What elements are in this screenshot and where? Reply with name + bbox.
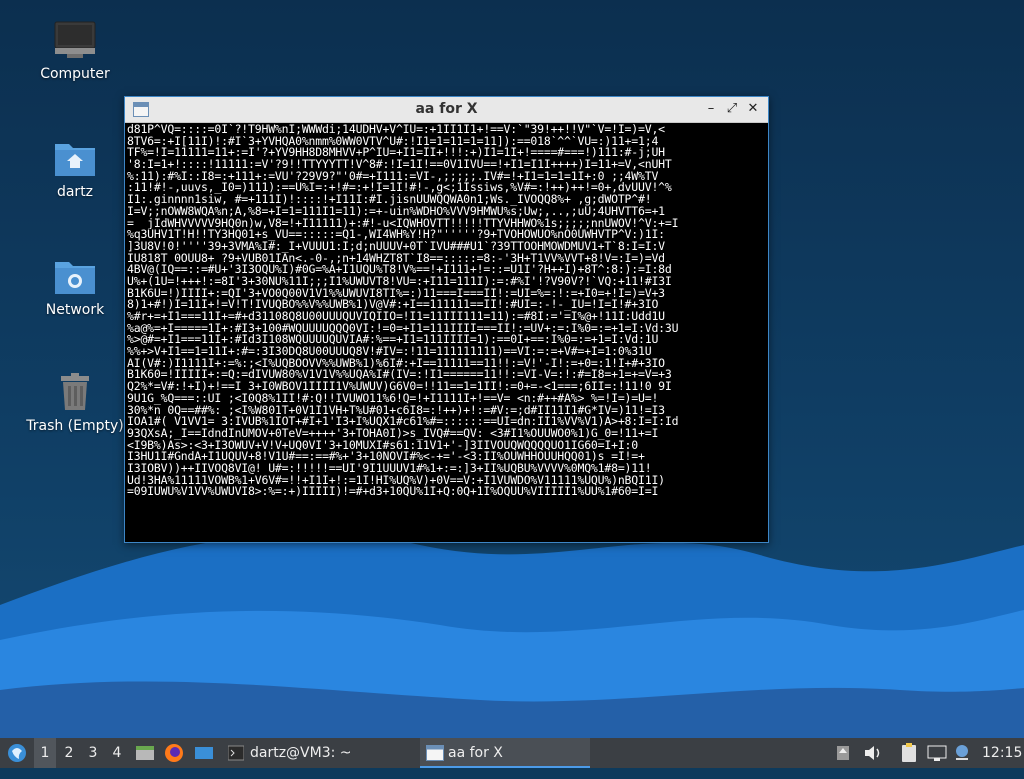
ascii-line: ]3U8V!0!''''39+3VMA%I#:_I+VUUU1:I;d;nUUU…	[127, 240, 665, 253]
ascii-line: %#r+=+I1===11I+=#+d31108Q8U00UUUQUVIQIIO…	[127, 311, 665, 323]
ascii-line: %%+>V+I1==1=11I+:#=:3I30DQ8U00UUUQ8V!#IV…	[127, 346, 652, 358]
minimize-icon[interactable]: –	[702, 100, 720, 118]
ascii-line: IOA1#( V1VV1= 3:IVUB%1IOT+#I+1'I3+I%UQX1…	[127, 416, 679, 428]
firefox-icon	[165, 744, 183, 762]
notification-control[interactable]	[952, 738, 972, 768]
ascii-line: 8)1+#!)I=11I+!=V!T!IVUQBO%%V%%UWB%1)V@V#…	[127, 299, 659, 311]
trash-icon	[61, 373, 89, 410]
ascii-line: %a@%=+I=====1I+:#I3+100#WQUUUUQQQ0VI:!=0…	[127, 322, 679, 335]
workspace-3[interactable]: 3	[82, 738, 104, 768]
ascii-line: I3IOBV))++IIVOQ8VI@! U#=:!!!!!==UI'9I1UU…	[127, 462, 652, 475]
ascii-line: %:11):#%I::I8=:+111+:=VU'?29V9?"'0#=+I11…	[127, 170, 659, 183]
ascii-line: '8:I=1+!::::!11111:=V'?9!!TTYYYTT!V^8#:!…	[127, 159, 672, 171]
desktop-icon-label: dartz	[56, 184, 94, 200]
ascii-line: Ud!3HA%11111VOWB%1+V6V#=!!+I1I+!:=1I!HI%…	[127, 474, 665, 487]
aa-window[interactable]: aa for X – ⤢ ✕ d81P^VQ=::::=0I`?!T9HW%nI…	[124, 96, 769, 543]
taskbar: 1 2 3 4 dartz@VM3: ~ aa for X 12:15	[0, 738, 1024, 768]
show-desktop-icon	[195, 747, 213, 759]
ascii-line: AI(V#:)I1111I+:=%:;<I%UQBOOVV%%UWB%1)%6I…	[127, 357, 665, 370]
ascii-line: 30%*n 0Q==##%: ;<I%W801T+0V1I1VH+T%U#01+…	[127, 404, 665, 417]
desktop-icon-network[interactable]: Network	[15, 256, 135, 318]
ascii-line: 93QXsA;_I==IdndInUMOV+0TeV=++++'3+TOHA0I…	[127, 427, 659, 440]
task-aa-window[interactable]: aa for X	[420, 738, 590, 768]
ascii-line: 8TV6=:+I[11I)!:#I`3+YVHQA0%nmm%0WW0VTV^U…	[127, 135, 659, 148]
ascii-line: 4BV@(IQ==::=#U+'3I3OQU%I)#0G=%A+I1UQU%T8…	[127, 264, 672, 276]
ascii-art-canvas[interactable]: d81P^VQ=::::=0I`?!T9HW%nI;WWWdi;14UDHV+V…	[127, 124, 766, 540]
tray-update-indicator[interactable]	[834, 738, 852, 768]
clipboard-control[interactable]	[898, 738, 920, 768]
network-icon	[927, 745, 947, 761]
window-title: aa for X	[415, 101, 478, 117]
ascii-line: =09IUWU%V1VV%UWUVI8>:%=:+)IIIII)!=#+d3+1…	[127, 486, 659, 498]
desktop-icon-home-folder[interactable]: dartz	[15, 138, 135, 200]
ascii-line: TF%=!I=11111=11+:=I'?+YV9HH8D8MHVV+P^IU=…	[127, 147, 665, 160]
distro-logo-icon	[8, 744, 26, 762]
file-manager-icon	[136, 746, 154, 760]
clipboard-icon	[902, 743, 916, 762]
network-folder-icon	[55, 262, 95, 294]
desktop-icon-trash[interactable]: Trash (Empty)	[15, 372, 135, 434]
desktop-icon-label: Computer	[40, 66, 110, 82]
desktop-launcher[interactable]	[192, 738, 216, 768]
ascii-line: I=V;;nOWW8WQA%n;A,%8=+I=1=111I1=11):=+-u…	[127, 205, 665, 218]
maximize-icon[interactable]: ⤢	[723, 100, 741, 118]
ascii-line: 9U1G_%Q===::UI ;<I0Q8%1II!#:Q!!IVUWO11%6…	[127, 392, 659, 405]
terminal-icon	[228, 745, 244, 761]
volume-control[interactable]	[862, 738, 884, 768]
task-label: dartz@VM3: ~	[250, 745, 352, 761]
ascii-line: <I9B%)As>:<3+I3OWUV+V!V+UQ0VI'3+10MUXI#s…	[127, 439, 638, 452]
home-folder-icon	[55, 144, 95, 176]
file-manager-launcher[interactable]	[134, 738, 156, 768]
ascii-line: = _jIdWHVVVVV9HQ0n)w,V8=!+I11111)+:#!-u<…	[127, 217, 679, 230]
ascii-line: Q2%*=V#:!+I)+!==I 3+I0WBOV1IIII1V%UWUV)G…	[127, 381, 672, 393]
desktop-icon-computer[interactable]: Computer	[15, 20, 135, 82]
ascii-line: I1:.ginnnn1siw, #=+111I)!::::!+I11I:#I.j…	[127, 194, 652, 206]
clock[interactable]: 12:15	[982, 738, 1022, 768]
ascii-line: B1K60=!IIIII+:=Q:=dIVUW80%V1V1V%%UQA%I#(…	[127, 369, 672, 382]
window-icon	[426, 745, 444, 761]
start-menu-button[interactable]	[4, 738, 30, 768]
desktop-icon-label: Trash (Empty)	[26, 418, 124, 434]
computer-icon	[54, 21, 96, 58]
workspace-4[interactable]: 4	[106, 738, 128, 768]
workspace-1[interactable]: 1	[34, 738, 56, 768]
task-label: aa for X	[448, 745, 503, 761]
updates-icon	[837, 746, 849, 760]
desktop: Computer dartz Network Trash (Empty) aa …	[0, 0, 1024, 738]
ascii-line: d81P^VQ=::::=0I`?!T9HW%nI;WWWdi;14UDHV+V…	[127, 124, 665, 136]
ascii-line: I3HU1I#GndA+I1UQUV+8!V1U#==:==#%+'3+10NO…	[127, 451, 645, 463]
ascii-line: B1K6U=!)IIII+:=QI'3+VO0Q00V1V1%%UWUVI8TI…	[127, 287, 665, 300]
ascii-line: :11!#!-,uuvs,_I0=)111):==U%I=:+!#=:+!I=1…	[127, 182, 672, 195]
network-control[interactable]	[926, 738, 948, 768]
workspace-2[interactable]: 2	[58, 738, 80, 768]
notification-icon	[956, 745, 968, 760]
ascii-line: %q3UHV1T!H!!TY3HQ01+s_VU==:::::=Q1-,WI4W…	[127, 229, 665, 241]
volume-icon	[865, 746, 880, 760]
close-icon[interactable]: ✕	[744, 100, 762, 118]
ascii-line: %>@#=+I1===11I+:#Id3I108WQUUUUQUVIA#:%==…	[127, 334, 659, 347]
task-terminal[interactable]: dartz@VM3: ~	[222, 738, 435, 768]
window-titlebar[interactable]: aa for X – ⤢ ✕	[125, 97, 768, 123]
ascii-line: U%+(1U=!+++!:=8I'3+30NU%11I;;;I1%UWUVT8!…	[127, 275, 672, 288]
firefox-launcher[interactable]	[162, 738, 186, 768]
desktop-icon-label: Network	[45, 302, 105, 318]
ascii-line: IU818T 0OUU8+ ?9+VUB01IAn<.-0-,;n+14WHZT…	[127, 252, 665, 265]
